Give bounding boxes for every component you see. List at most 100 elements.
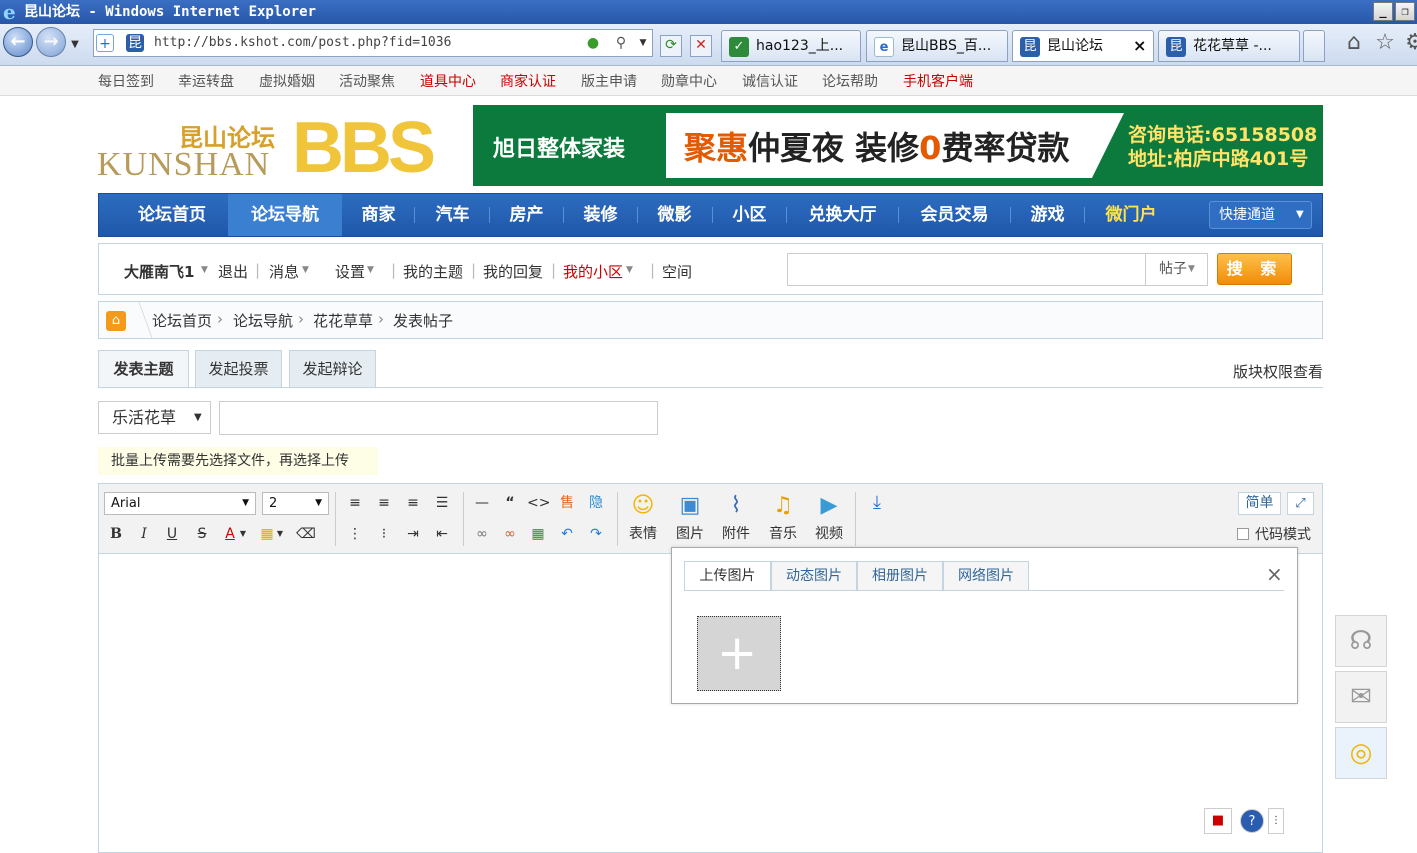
space-link[interactable]: 空间	[662, 261, 692, 282]
address-dropdown-icon[interactable]: ▼	[634, 34, 652, 52]
link-daily-checkin[interactable]: 每日签到	[98, 71, 154, 91]
resize-handle-icon[interactable]: ⋮	[1268, 808, 1284, 834]
my-community-link[interactable]: 我的小区	[563, 261, 623, 282]
unordered-list-icon[interactable]: ⁝	[373, 523, 395, 545]
strikethrough-icon[interactable]: S	[191, 523, 213, 545]
browser-tab-hao123[interactable]: ✓ hao123_上...	[721, 30, 861, 62]
tab-start-poll[interactable]: 发起投票	[195, 350, 282, 388]
refresh-icon[interactable]: ⟳	[660, 35, 682, 57]
add-image-button[interactable]: +	[697, 616, 781, 691]
stop-icon[interactable]: ✕	[690, 35, 712, 57]
title-input[interactable]	[219, 401, 658, 435]
align-left-icon[interactable]: ≡	[344, 492, 366, 514]
chevron-down-icon[interactable]: ▼	[238, 523, 248, 545]
browser-tab-kunshan[interactable]: 昆 昆山论坛 ×	[1012, 30, 1154, 62]
unlink-icon[interactable]: ∞	[499, 523, 521, 545]
nav-realestate[interactable]: 房产	[498, 194, 555, 236]
tools-gear-icon[interactable]: ⚙	[1403, 32, 1417, 58]
attachment-button[interactable]: ⌇ 附件	[719, 492, 753, 547]
search-button[interactable]: 搜 索	[1217, 253, 1292, 285]
bold-icon[interactable]: B	[105, 523, 127, 545]
chevron-down-icon[interactable]: ▼	[626, 265, 633, 275]
messages-link[interactable]: 消息	[269, 261, 299, 282]
back-button[interactable]: ←	[3, 27, 33, 57]
music-button[interactable]: ♫ 音乐	[766, 492, 800, 547]
breadcrumb-forum-home[interactable]: 论坛首页	[152, 310, 212, 331]
download-icon[interactable]: ⤓	[866, 492, 888, 514]
emoticon-button[interactable]: ☺ 表情	[626, 492, 660, 547]
nav-community[interactable]: 小区	[721, 194, 778, 236]
popup-tab-upload[interactable]: 上传图片	[684, 561, 771, 591]
eraser-icon[interactable]: ⌫	[295, 523, 317, 545]
link-medal-center[interactable]: 勋章中心	[661, 71, 717, 91]
nav-movies[interactable]: 微影	[646, 194, 703, 236]
category-select[interactable]: 乐活花草 ▼	[98, 401, 211, 434]
tab-post-topic[interactable]: 发表主题	[98, 350, 189, 388]
popup-tab-album[interactable]: 相册图片	[857, 561, 943, 591]
address-bar[interactable]: + 昆 http://bbs.kshot.com/post.php?fid=10…	[93, 29, 653, 57]
tab-close-icon[interactable]: ×	[1133, 31, 1146, 61]
undo-icon[interactable]: ↶	[556, 523, 578, 545]
font-size-select[interactable]: 2 ▼	[262, 492, 329, 515]
quote-icon[interactable]: “	[499, 492, 521, 514]
underline-icon[interactable]: U	[161, 523, 183, 545]
customer-service-icon[interactable]: ☊	[1335, 615, 1387, 667]
breadcrumb-flowers[interactable]: 花花草草	[313, 310, 373, 331]
link-merchant-cert[interactable]: 商家认证	[500, 71, 556, 91]
table-icon[interactable]: ▦	[527, 523, 549, 545]
justify-icon[interactable]: ☰	[431, 492, 453, 514]
link-virtual-marriage[interactable]: 虚拟婚姻	[259, 71, 315, 91]
nav-games[interactable]: 游戏	[1019, 194, 1076, 236]
nav-cars[interactable]: 汽车	[424, 194, 481, 236]
link-forum-help[interactable]: 论坛帮助	[822, 71, 878, 91]
minimize-button[interactable]: _	[1373, 2, 1393, 21]
help-icon[interactable]: ?	[1240, 809, 1264, 833]
restore-button[interactable]: ❐	[1395, 2, 1415, 21]
wechat-icon[interactable]: ✉	[1335, 671, 1387, 723]
history-dropdown-icon[interactable]: ▼	[66, 36, 84, 54]
link-moderator-apply[interactable]: 版主申请	[581, 71, 637, 91]
font-family-select[interactable]: Arial ▼	[104, 492, 256, 515]
link-events[interactable]: 活动聚焦	[339, 71, 395, 91]
search-type-select[interactable]: 帖子 ▼	[1146, 253, 1208, 286]
nav-decoration[interactable]: 装修	[572, 194, 629, 236]
popup-tab-dynamic[interactable]: 动态图片	[771, 561, 857, 591]
quick-access-dropdown[interactable]: 快捷通道 ▼	[1209, 201, 1312, 229]
banner-ad[interactable]: 旭日整体家装 聚惠仲夏夜 装修0费率贷款 咨询电话:65158508 地址:柏庐…	[473, 105, 1323, 186]
popup-tab-web[interactable]: 网络图片	[943, 561, 1029, 591]
nav-merchants[interactable]: 商家	[350, 194, 407, 236]
link-mobile-client[interactable]: 手机客户端	[903, 71, 973, 91]
outdent-icon[interactable]: ⇤	[431, 523, 453, 545]
image-button[interactable]: ▣ 图片	[673, 492, 707, 547]
code-mode-checkbox[interactable]	[1237, 528, 1249, 540]
italic-icon[interactable]: I	[133, 523, 155, 545]
new-tab-button[interactable]	[1303, 30, 1325, 62]
link-integrity-cert[interactable]: 诚信认证	[742, 71, 798, 91]
link-props-center[interactable]: 道具中心	[420, 71, 476, 91]
hide-icon[interactable]: 隐	[585, 492, 607, 514]
my-replies-link[interactable]: 我的回复	[483, 261, 543, 282]
fullscreen-icon[interactable]: ⤢	[1287, 492, 1314, 515]
compat-view-icon[interactable]: +	[96, 34, 114, 52]
qq-icon[interactable]: ◎	[1335, 727, 1387, 779]
browser-tab-baidu[interactable]: e 昆山BBS_百...	[866, 30, 1008, 62]
settings-link[interactable]: 设置	[335, 261, 365, 282]
browser-tab-huahua[interactable]: 昆 花花草草 -...	[1158, 30, 1300, 62]
breadcrumb-forum-guide[interactable]: 论坛导航	[233, 310, 293, 331]
search-icon[interactable]: ⚲	[612, 34, 630, 52]
site-logo[interactable]: 昆山论坛 KUNSHAN BBS	[97, 112, 442, 184]
ordered-list-icon[interactable]: ⋮	[344, 523, 366, 545]
chevron-down-icon[interactable]: ▼	[302, 265, 309, 275]
text-format-icon[interactable]: ■	[1204, 808, 1232, 834]
chevron-down-icon[interactable]: ▼	[201, 265, 208, 275]
security-icon[interactable]: ●	[584, 34, 602, 52]
forward-button[interactable]: →	[36, 27, 66, 57]
code-icon[interactable]: <>	[527, 492, 550, 514]
align-center-icon[interactable]: ≡	[373, 492, 395, 514]
search-input[interactable]	[787, 253, 1146, 286]
tab-start-debate[interactable]: 发起辩论	[289, 350, 376, 388]
chevron-down-icon[interactable]: ▼	[367, 265, 374, 275]
chevron-down-icon[interactable]: ▼	[275, 523, 285, 545]
home-icon[interactable]: ⌂	[106, 311, 126, 331]
horizontal-rule-icon[interactable]: —	[471, 492, 493, 514]
